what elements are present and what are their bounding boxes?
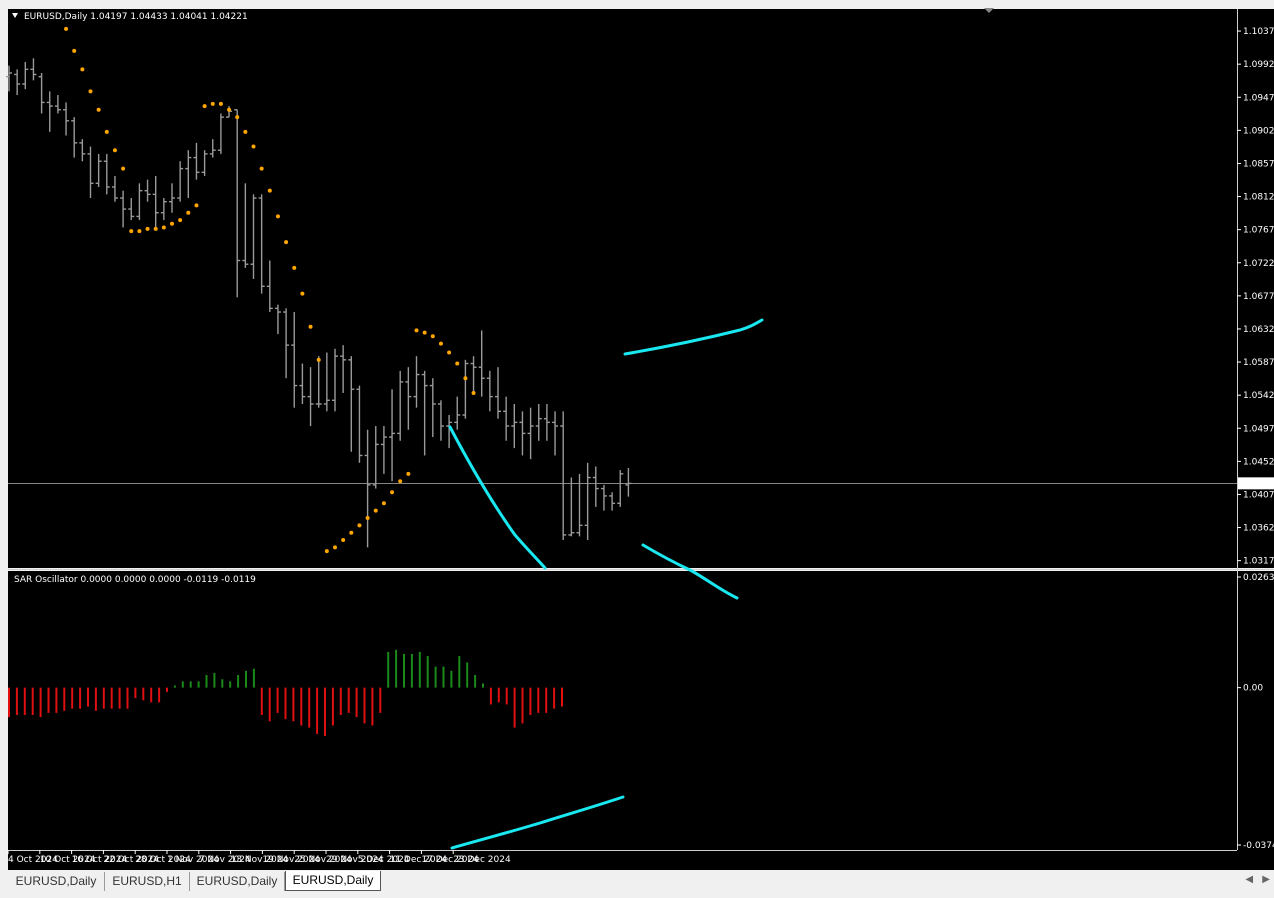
osc-axis-label-1: 0.00 [1243, 684, 1263, 694]
osc-axis-label-0: 0.0263 [1243, 573, 1274, 583]
tab-eurusd-daily-1[interactable]: EURUSD,Daily [8, 872, 105, 891]
sar-dot-5 [104, 129, 109, 134]
sar-dot-35 [349, 530, 354, 535]
sar-dot-18 [210, 101, 215, 106]
sar-dot-19 [218, 101, 223, 106]
tab-scroll-arrows[interactable]: ◀ ▶ [1245, 874, 1270, 885]
price-axis-label-14: 1.04070 [1243, 490, 1274, 500]
sar-dot-49 [463, 376, 468, 381]
sar-dot-13 [170, 221, 174, 226]
sar-dot-15 [186, 210, 191, 215]
sar-dot-44 [422, 330, 427, 335]
sar-dot-40 [390, 490, 395, 495]
osc-axis-label-2: -0.0374 [1243, 841, 1274, 851]
chart-tab-bar: EURUSD,Daily EURUSD,H1 EURUSD,Daily EURU… [0, 870, 1274, 898]
sar-dot-42 [406, 471, 411, 476]
tab-eurusd-daily-active[interactable]: EURUSD,Daily [285, 871, 381, 891]
sar-dot-32 [324, 549, 329, 554]
price-axis-label-9: 1.06320 [1243, 325, 1274, 335]
sar-dot-8 [129, 229, 134, 234]
sar-dot-3 [88, 89, 93, 94]
sar-dot-16 [194, 203, 199, 208]
sar-dot-21 [235, 115, 240, 120]
sar-dot-20 [227, 107, 232, 112]
sar-dot-37 [365, 515, 370, 520]
price-pane-header: EURUSD,Daily 1.04197 1.04433 1.04041 1.0… [24, 12, 248, 22]
price-axis-label-13: 1.04520 [1243, 457, 1274, 467]
tab-eurusd-daily-2[interactable]: EURUSD,Daily [190, 872, 285, 891]
price-axis-label-1: 1.09920 [1243, 60, 1274, 70]
sar-dot-17 [202, 104, 207, 109]
sar-dot-38 [373, 508, 378, 513]
sar-dot-27 [284, 240, 289, 245]
scroll-left-icon[interactable]: ◀ [1245, 874, 1253, 885]
sar-dot-29 [300, 291, 305, 296]
price-axis-label-3: 1.09020 [1243, 126, 1274, 136]
sar-dot-47 [447, 350, 452, 355]
sar-dot-25 [267, 188, 272, 193]
sar-dot-6 [112, 148, 117, 153]
sar-dot-43 [414, 328, 419, 333]
sar-dot-34 [341, 538, 346, 543]
sar-dot-48 [455, 361, 460, 366]
sar-dot-31 [316, 357, 321, 362]
sar-dot-28 [292, 265, 297, 270]
sar-dot-33 [333, 545, 337, 550]
price-axis-label-4: 1.08570 [1243, 159, 1274, 169]
sar-dot-45 [430, 334, 435, 339]
sar-dot-9 [137, 229, 142, 234]
sar-dot-50 [471, 390, 476, 395]
oscillator-pane-background[interactable] [8, 571, 1274, 870]
price-axis-label-15: 1.03620 [1243, 524, 1274, 534]
price-axis-label-10: 1.05870 [1243, 358, 1274, 368]
sar-dot-30 [308, 324, 313, 329]
sar-dot-0 [64, 26, 69, 31]
sar-dot-36 [357, 523, 362, 528]
sar-dot-4 [96, 107, 101, 112]
scroll-right-icon[interactable]: ▶ [1262, 874, 1270, 885]
sar-dot-46 [438, 341, 443, 346]
price-axis-label-5: 1.08120 [1243, 193, 1274, 203]
current-price-label: 1.04221 [1240, 479, 1274, 489]
sar-dot-12 [161, 225, 166, 230]
price-axis-label-8: 1.06770 [1243, 292, 1274, 302]
sar-dot-1 [72, 48, 77, 53]
price-axis-label-2: 1.09470 [1243, 93, 1274, 103]
sar-dot-11 [153, 226, 158, 231]
tab-eurusd-h1[interactable]: EURUSD,H1 [105, 872, 190, 891]
price-axis-label-16: 1.03170 [1243, 557, 1274, 567]
oscillator-pane-header: SAR Oscillator 0.0000 0.0000 0.0000 -0.0… [14, 575, 256, 585]
price-axis-label-7: 1.07220 [1243, 259, 1274, 269]
time-axis-label-14: 23 Dec 2024 [453, 855, 511, 865]
sar-dot-2 [80, 67, 85, 72]
sar-dot-14 [178, 218, 183, 223]
sar-dot-26 [275, 214, 280, 219]
sar-dot-39 [381, 501, 386, 506]
price-axis-label-0: 1.10370 [1243, 27, 1274, 37]
sar-dot-10 [145, 226, 150, 231]
price-axis-label-12: 1.04970 [1243, 424, 1274, 434]
sar-dot-24 [259, 166, 264, 171]
sar-dot-23 [251, 144, 256, 149]
sar-dot-22 [243, 129, 248, 134]
sar-dot-41 [398, 479, 403, 484]
price-axis-label-11: 1.05420 [1243, 391, 1274, 401]
sar-dot-7 [121, 166, 126, 171]
price-axis-label-6: 1.07670 [1243, 226, 1274, 236]
price-pane-background[interactable] [8, 9, 1274, 568]
chart-canvas[interactable]: 1.10370 1.09920 1.09470 1.09020 1.08570 1.081… [0, 0, 1274, 870]
